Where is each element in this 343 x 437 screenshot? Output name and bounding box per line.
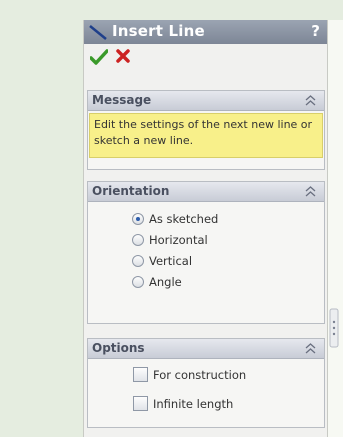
radio-button[interactable] (132, 234, 144, 246)
panel-title-bar: Insert Line ? (84, 20, 327, 44)
line-tool-icon (89, 25, 107, 40)
radio-label: Horizontal (149, 233, 208, 247)
graphics-area-edge (328, 20, 343, 437)
property-manager-panel: Insert Line ? Message Edit the settings … (83, 20, 328, 437)
message-group-title: Message (92, 93, 152, 107)
checkmark-icon[interactable] (90, 49, 108, 65)
radio-button[interactable] (132, 276, 144, 288)
orientation-group-title: Orientation (92, 184, 170, 198)
radio-label: As sketched (149, 212, 219, 226)
checkbox-label: Infinite length (153, 397, 234, 411)
message-group-header[interactable]: Message (88, 91, 324, 111)
checkbox[interactable] (133, 367, 148, 382)
collapse-chevron-icon[interactable] (305, 342, 316, 355)
panel-title: Insert Line (112, 22, 205, 40)
radio-label: Angle (149, 275, 182, 289)
x-icon[interactable] (116, 49, 130, 63)
collapse-chevron-icon[interactable] (305, 94, 316, 107)
checkbox[interactable] (133, 396, 148, 411)
options-group: Options For construction Infinite length (87, 338, 325, 428)
message-text: Edit the settings of the next new line o… (89, 113, 323, 158)
message-group: Message Edit the settings of the next ne… (87, 90, 325, 170)
checkbox-label: For construction (153, 368, 247, 382)
confirm-bar (84, 44, 327, 70)
options-group-header[interactable]: Options (88, 339, 324, 359)
help-button[interactable]: ? (311, 22, 320, 40)
collapse-chevron-icon[interactable] (305, 185, 316, 198)
radio-button[interactable] (132, 213, 144, 225)
orientation-group: Orientation As sketched Horizontal Verti… (87, 181, 325, 324)
orientation-group-header[interactable]: Orientation (88, 182, 324, 202)
radio-button[interactable] (132, 255, 144, 267)
panel-resize-grip-icon[interactable] (329, 308, 339, 348)
options-group-title: Options (92, 341, 145, 355)
radio-label: Vertical (149, 254, 193, 268)
